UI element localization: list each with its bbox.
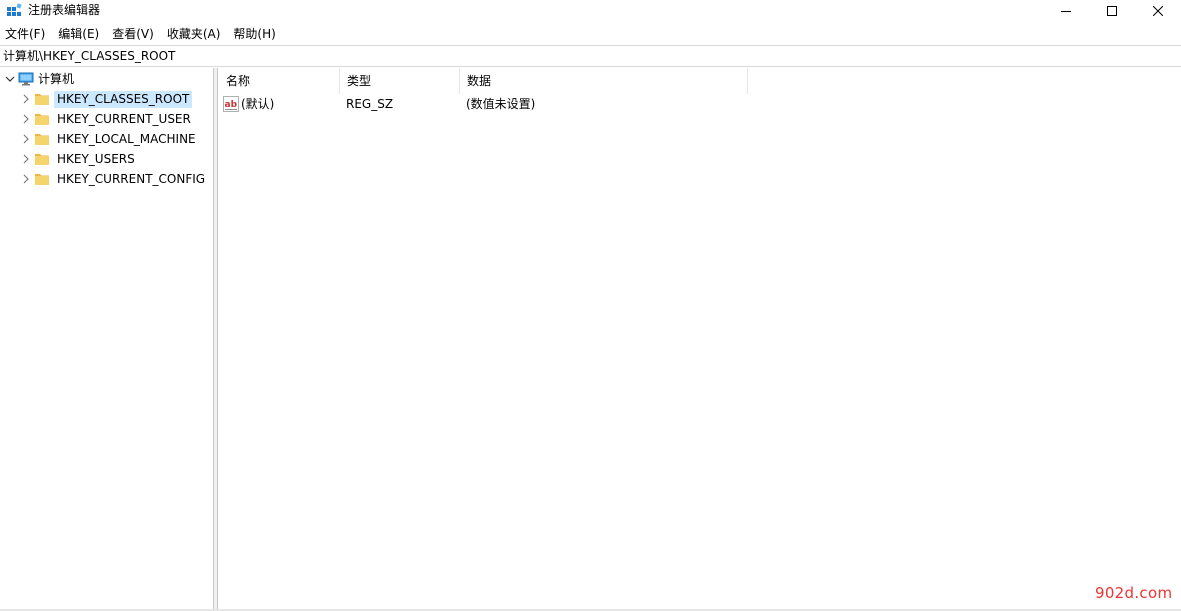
tree-item-hkey-users[interactable]: HKEY_USERS bbox=[20, 149, 138, 169]
tree-item-label: 计算机 bbox=[38, 71, 75, 86]
string-value-icon: ab bbox=[223, 96, 239, 112]
tree-item-hkey-current-config[interactable]: HKEY_CURRENT_CONFIG bbox=[20, 169, 208, 189]
value-data: (数值未设置) bbox=[466, 97, 536, 111]
close-button[interactable] bbox=[1135, 0, 1181, 22]
tree-item-hkey-classes-root[interactable]: HKEY_CLASSES_ROOT bbox=[20, 89, 193, 109]
menu-help[interactable]: 帮助(H) bbox=[227, 24, 282, 44]
close-icon bbox=[1153, 6, 1163, 16]
chevron-right-icon[interactable] bbox=[20, 89, 32, 109]
menu-bar: 文件(F) 编辑(E) 查看(V) 收藏夹(A) 帮助(H) bbox=[0, 24, 1181, 44]
menu-favorites[interactable]: 收藏夹(A) bbox=[161, 24, 228, 44]
maximize-button[interactable] bbox=[1089, 0, 1135, 22]
tree-item-hkey-current-user[interactable]: HKEY_CURRENT_USER bbox=[20, 109, 194, 129]
value-type: REG_SZ bbox=[346, 97, 394, 111]
address-bar[interactable]: 计算机\HKEY_CLASSES_ROOT bbox=[0, 45, 1181, 67]
watermark: 902d.com bbox=[1095, 584, 1173, 602]
menu-file[interactable]: 文件(F) bbox=[0, 24, 52, 44]
tree-item-label: HKEY_CURRENT_USER bbox=[57, 111, 191, 126]
list-header: 名称 类型 数据 bbox=[219, 68, 1181, 94]
folder-icon bbox=[35, 134, 49, 145]
folder-icon bbox=[35, 114, 49, 125]
tree-item-computer[interactable]: 计算机 bbox=[4, 69, 77, 89]
value-name-cell: ab (默认) bbox=[223, 94, 274, 114]
window-title: 注册表编辑器 bbox=[28, 3, 101, 17]
menu-view[interactable]: 查看(V) bbox=[106, 24, 161, 44]
address-path[interactable]: 计算机\HKEY_CLASSES_ROOT bbox=[3, 49, 175, 64]
chevron-right-icon[interactable] bbox=[20, 169, 32, 189]
svg-text:ab: ab bbox=[225, 100, 238, 110]
tree-item-label: HKEY_CLASSES_ROOT bbox=[54, 90, 193, 108]
minimize-icon bbox=[1061, 11, 1071, 12]
value-name: (默认) bbox=[241, 97, 275, 111]
chevron-right-icon[interactable] bbox=[20, 149, 32, 169]
tree-item-label: HKEY_CURRENT_CONFIG bbox=[57, 171, 206, 186]
folder-icon bbox=[35, 174, 49, 185]
maximize-icon bbox=[1107, 6, 1117, 16]
tree-item-label: HKEY_USERS bbox=[57, 151, 135, 166]
column-header-data[interactable]: 数据 bbox=[460, 68, 748, 94]
minimize-button[interactable] bbox=[1043, 0, 1089, 22]
values-list-pane: 名称 类型 数据 ab (默认) REG_SZ (数值未设置) bbox=[219, 68, 1181, 610]
tree-pane: 计算机 HKEY_CLASSES_ROOT HKEY_CURRENT_USER … bbox=[0, 68, 214, 610]
column-header-type[interactable]: 类型 bbox=[340, 68, 460, 94]
regedit-app-icon bbox=[7, 3, 22, 16]
computer-icon bbox=[18, 72, 34, 86]
tree-item-label: HKEY_LOCAL_MACHINE bbox=[57, 131, 196, 146]
chevron-down-icon[interactable] bbox=[4, 69, 16, 89]
menu-edit[interactable]: 编辑(E) bbox=[52, 24, 106, 44]
chevron-right-icon[interactable] bbox=[20, 129, 32, 149]
column-header-name[interactable]: 名称 bbox=[219, 68, 340, 94]
title-bar: 注册表编辑器 bbox=[0, 0, 1181, 22]
list-item[interactable]: ab (默认) REG_SZ (数值未设置) bbox=[219, 94, 1181, 114]
pane-splitter[interactable] bbox=[214, 68, 218, 610]
chevron-right-icon[interactable] bbox=[20, 109, 32, 129]
folder-icon bbox=[35, 94, 49, 105]
tree-item-hkey-local-machine[interactable]: HKEY_LOCAL_MACHINE bbox=[20, 129, 199, 149]
folder-icon bbox=[35, 154, 49, 165]
